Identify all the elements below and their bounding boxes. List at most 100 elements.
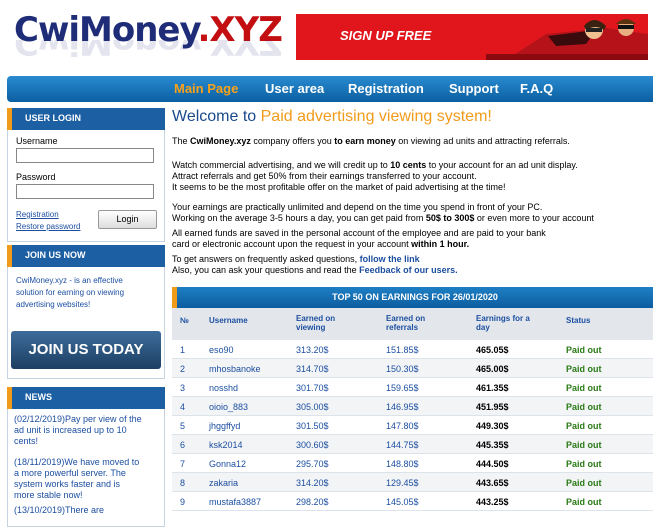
- table-row: 6 ksk2014 300.60$ 144.75$ 445.35$ Paid out: [172, 435, 653, 454]
- row-username: oioio_883: [209, 402, 249, 412]
- row-username: Gonna12: [209, 459, 247, 469]
- login-button[interactable]: Login: [98, 210, 157, 229]
- row-earnings-day: 451.95$: [476, 402, 509, 412]
- row-earned-viewing: 301.50$: [296, 421, 329, 431]
- banner-text: SIGN UP FREE: [340, 28, 432, 43]
- row-earned-viewing: 301.70$: [296, 383, 329, 393]
- follow-link[interactable]: follow the link: [360, 254, 420, 264]
- col-username: Username: [209, 316, 248, 325]
- feedback-link[interactable]: Feedback of our users.: [359, 265, 458, 275]
- paragraph-watch: Watch commercial advertising, and we wil…: [172, 160, 578, 170]
- password-label: Password: [16, 172, 56, 182]
- row-earnings-day: 449.30$: [476, 421, 509, 431]
- paragraph-profitable: It seems to be the most profitable offer…: [172, 182, 506, 192]
- table-row: 4 oioio_883 305.00$ 146.95$ 451.95$ Paid out: [172, 397, 653, 416]
- row-earned-viewing: 295.70$: [296, 459, 329, 469]
- row-earned-referrals: 145.05$: [386, 497, 419, 507]
- main-nav: Main Page User area Registration Support…: [7, 76, 653, 102]
- row-earnings-day: 465.00$: [476, 364, 509, 374]
- top-earnings-title: TOP 50 ON EARNINGS FOR 26/01/2020: [172, 287, 653, 308]
- row-number: 8: [180, 478, 186, 488]
- table-header: № Username Earned on viewing Earned on ref…: [172, 308, 653, 340]
- paragraph-earnings: Your earnings are practically unlimited …: [172, 202, 543, 212]
- col-status: Status: [566, 316, 591, 325]
- news-item[interactable]: (18/11/2019)We have moved to a more power…: [14, 457, 164, 501]
- paragraph-faq: To get answers on frequently asked quest…: [172, 254, 420, 264]
- login-panel: Username Password Registration Restore p…: [7, 130, 165, 242]
- table-row: 5 jhggffyd 301.50$ 147.80$ 449.30$ Paid out: [172, 416, 653, 435]
- row-earned-referrals: 150.30$: [386, 364, 419, 374]
- row-status: Paid out: [566, 459, 602, 469]
- row-earned-viewing: 300.60$: [296, 440, 329, 450]
- row-earned-referrals: 144.75$: [386, 440, 419, 450]
- row-status: Paid out: [566, 364, 602, 374]
- col-earnings-day: Earnings for a day: [476, 314, 530, 332]
- restore-password-link[interactable]: Restore password: [16, 222, 80, 231]
- row-earned-viewing: 314.20$: [296, 478, 329, 488]
- registration-link[interactable]: Registration: [16, 210, 59, 219]
- news-item[interactable]: (13/10/2019)There are: [14, 505, 164, 516]
- paragraph-referrals: Attract referrals and get 50% from their…: [172, 171, 477, 181]
- row-earned-viewing: 305.00$: [296, 402, 329, 412]
- row-earned-referrals: 129.45$: [386, 478, 419, 488]
- row-number: 1: [180, 345, 186, 355]
- paragraph-funds: All earned funds are saved in the person…: [172, 228, 546, 238]
- table-row: 1 eso90 313.20$ 151.85$ 465.05$ Paid out: [172, 340, 653, 359]
- join-panel: CwiMoney.xyz - is an effective solution …: [7, 267, 165, 379]
- intro-text: The CwiMoney.xyz company offers you to e…: [172, 136, 570, 146]
- site-logo[interactable]: CwiMoney.XYZ CwiMoney.XYZ: [12, 8, 292, 62]
- row-username: nosshd: [209, 383, 239, 393]
- nav-user-area[interactable]: User area: [265, 81, 324, 96]
- row-status: Paid out: [566, 383, 602, 393]
- row-username: mustafa3887: [209, 497, 262, 507]
- paragraph-feedback: Also, you can ask your questions and rea…: [172, 265, 458, 275]
- row-earned-referrals: 146.95$: [386, 402, 419, 412]
- row-earnings-day: 444.50$: [476, 459, 509, 469]
- login-title: USER LOGIN: [7, 108, 165, 130]
- row-earnings-day: 445.35$: [476, 440, 509, 450]
- row-username: jhggffyd: [209, 421, 241, 431]
- col-earned-referrals: Earned on referrals: [386, 314, 426, 332]
- username-label: Username: [16, 136, 58, 146]
- row-earnings-day: 465.05$: [476, 345, 509, 355]
- row-earned-referrals: 159.65$: [386, 383, 419, 393]
- sidebar: USER LOGIN Username Password Registratio…: [7, 108, 165, 527]
- row-earned-referrals: 147.80$: [386, 421, 419, 431]
- nav-support[interactable]: Support: [449, 81, 499, 96]
- table-row: 8 zakaria 314.20$ 129.45$ 443.65$ Paid out: [172, 473, 653, 492]
- logo-reflection: CwiMoney.XYZ: [14, 40, 282, 62]
- join-text: CwiMoney.xyz - is an effective solution …: [16, 276, 125, 309]
- row-earnings-day: 443.65$: [476, 478, 509, 488]
- signup-banner[interactable]: SIGN UP FREE: [296, 14, 648, 60]
- car-illustration-icon: [486, 19, 648, 60]
- row-username: zakaria: [209, 478, 239, 488]
- username-input[interactable]: [16, 148, 154, 163]
- news-item[interactable]: (02/12/2019)Pay per view of the ad unit i…: [14, 414, 164, 447]
- page-title: Welcome to Paid advertising viewing syst…: [172, 108, 492, 125]
- row-earned-viewing: 313.20$: [296, 345, 329, 355]
- nav-registration[interactable]: Registration: [348, 81, 424, 96]
- row-username: eso90: [209, 345, 234, 355]
- password-input[interactable]: [16, 184, 154, 199]
- table-row: 9 mustafa3887 298.20$ 145.05$ 443.25$ Paid ou…: [172, 492, 653, 511]
- row-earned-referrals: 151.85$: [386, 345, 419, 355]
- row-earned-referrals: 148.80$: [386, 459, 419, 469]
- row-username: ksk2014: [209, 440, 243, 450]
- row-status: Paid out: [566, 402, 602, 412]
- row-number: 7: [180, 459, 186, 469]
- row-username: mhosbanoke: [209, 364, 261, 374]
- row-number: 5: [180, 421, 186, 431]
- row-number: 2: [180, 364, 186, 374]
- row-status: Paid out: [566, 440, 602, 450]
- join-title: JOIN US NOW: [7, 245, 165, 267]
- nav-faq[interactable]: F.A.Q: [520, 81, 553, 96]
- row-status: Paid out: [566, 497, 602, 507]
- nav-main-page[interactable]: Main Page: [174, 81, 238, 96]
- row-status: Paid out: [566, 421, 602, 431]
- row-number: 6: [180, 440, 186, 450]
- row-number: 3: [180, 383, 186, 393]
- row-number: 9: [180, 497, 186, 507]
- join-us-today-button[interactable]: JOIN US TODAY: [11, 331, 161, 369]
- news-title: NEWS: [7, 387, 165, 409]
- row-status: Paid out: [566, 478, 602, 488]
